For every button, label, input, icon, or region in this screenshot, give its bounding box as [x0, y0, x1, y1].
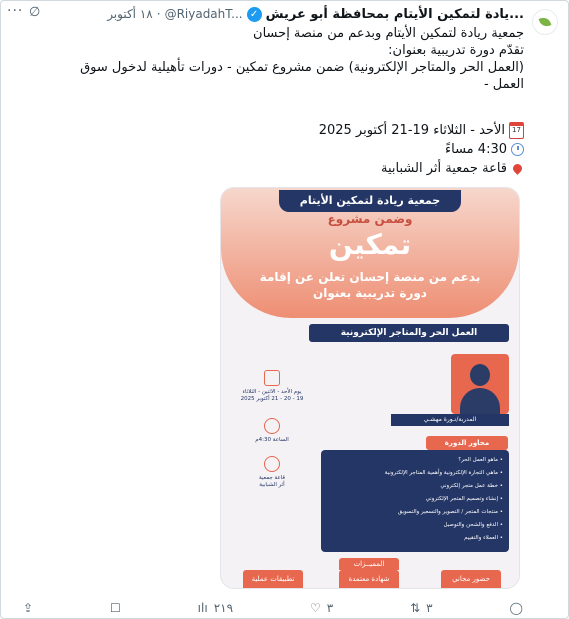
bookmark-button[interactable]: ☐	[110, 601, 121, 615]
poster-banner: جمعية ريادة لتمكين الأيتام	[279, 190, 461, 212]
poster-line1: بدعم من منصة إحسان تعلن عن إقامة	[259, 270, 481, 284]
avatar[interactable]	[532, 9, 558, 35]
location-pin-icon	[264, 456, 280, 472]
more-options-icon[interactable]: ···	[7, 3, 23, 19]
event-time: 4:30 مساءً	[445, 142, 507, 157]
event-place: قاعة جمعية أثر الشبابية	[381, 161, 507, 176]
heart-icon: ♡	[309, 601, 321, 615]
tweet-line: (العمل الحر والمتاجر الإلكترونية) ضمن مش…	[80, 60, 524, 75]
list-item: منتجات المتجر / التصوير والتسعير والتسوي…	[321, 506, 503, 519]
poster-line2: دورة تدريبية بعنوان	[313, 286, 427, 300]
poster-axes-list: ماهو العمل الحر؟ ماهي التجارة الإلكتروني…	[321, 450, 509, 552]
clock-icon	[264, 418, 280, 434]
views-count: ٢١٩	[213, 601, 234, 615]
poster-place2: أثر الشبابية	[259, 482, 285, 488]
calendar-icon	[264, 370, 280, 386]
list-item: إنشاء وتصميم المتجر الإلكتروني	[321, 493, 503, 506]
tweet-time[interactable]: ١٨ أكتوبر	[107, 7, 153, 21]
poster-time-block: الساعة 4:30م	[229, 418, 315, 444]
feature-item: تطبيقات عملية	[243, 570, 303, 588]
list-item: ماهي التجارة الإلكترونية وأهمية المتاجر …	[321, 467, 503, 480]
tweet-card[interactable]: ...يادة لتمكين الأيتام بمحافظة أبو عريش …	[0, 0, 569, 619]
feature-item: شهادة معتمدة	[339, 570, 399, 588]
poster-within-project: وضمن مشروع	[327, 212, 413, 226]
poster-course-title: العمل الحر والمتاجر الإلكترونية	[309, 324, 509, 342]
author-name[interactable]: ...يادة لتمكين الأيتام بمحافظة أبو عريش	[266, 7, 524, 22]
poster-features-title: المميــزات	[339, 558, 399, 570]
list-item: ماهو العمل الحر؟	[321, 454, 503, 467]
poster-place1: قاعة جمعية	[258, 475, 286, 481]
tweet-text: جمعية ريادة لتمكين الأيتام وبدعم من منصة…	[34, 25, 524, 93]
list-item: الدفع والشحن والتوصيل	[321, 519, 503, 532]
like-button[interactable]: ♡ ٣	[310, 601, 333, 615]
poster-axes-title: محاور الدورة	[426, 436, 508, 450]
repost-button[interactable]: ⇅ ٣	[410, 601, 433, 615]
tweet-header: ...يادة لتمكين الأيتام بمحافظة أبو عريش …	[107, 6, 524, 22]
tweet-line: تقدّم دورة تدريبية بعنوان:	[388, 43, 524, 58]
reply-button[interactable]: ◯	[510, 601, 523, 615]
event-info: 17 الأحد - الثلاثاء 19-21 أكتوبر 2025 4:3…	[319, 121, 524, 178]
poster-dates: 19 - 20 - 21 أكتوبر 2025	[240, 396, 304, 402]
verified-badge-icon: ✓	[246, 6, 262, 22]
poster-time: الساعة 4:30م	[255, 437, 289, 443]
views-icon: ılı	[197, 601, 208, 615]
clock-icon	[511, 143, 524, 156]
share-button[interactable]: ⇪	[23, 601, 33, 615]
repost-count: ٣	[426, 601, 433, 615]
trainer-avatar-icon	[451, 354, 509, 414]
poster-trainer: المدربة/نـورة مهشـي	[391, 414, 509, 426]
calendar-icon: 17	[509, 122, 524, 139]
list-item: خطة عمل متجر إلكتروني	[321, 480, 503, 493]
tweet-line: العمل -	[483, 77, 524, 92]
logo-leaf-icon	[538, 15, 552, 29]
poster-days: يوم الأحد - الاثنين - الثلاثاء	[242, 389, 302, 395]
event-date: الأحد - الثلاثاء 19-21 أكتوبر 2025	[318, 123, 505, 138]
list-item: العملاء والتقييم	[321, 532, 503, 545]
location-pin-icon	[511, 162, 524, 175]
reply-icon: ◯	[509, 601, 523, 615]
poster-project: تمكين	[328, 228, 412, 261]
repost-icon: ⇅	[410, 601, 421, 615]
views-button[interactable]: ılı ٢١٩	[198, 601, 233, 615]
like-count: ٣	[326, 601, 334, 615]
feature-item: حضور مجاني	[441, 570, 501, 588]
tweet-actions: ⇪ ☐ ılı ٢١٩ ♡ ٣ ⇅ ٣ ◯	[23, 599, 523, 617]
poster-place-block: قاعة جمعية أثر الشبابية	[229, 456, 315, 489]
poster-image[interactable]: جمعية ريادة لتمكين الأيتام وضمن مشروع تم…	[220, 187, 520, 589]
author-handle[interactable]: @RiyadahT...	[165, 7, 243, 21]
tweet-line: جمعية ريادة لتمكين الأيتام وبدعم من منصة…	[253, 26, 524, 41]
grok-icon[interactable]: ∅	[29, 5, 40, 20]
poster-date-block: يوم الأحد - الاثنين - الثلاثاء 19 - 20 -…	[229, 370, 315, 403]
